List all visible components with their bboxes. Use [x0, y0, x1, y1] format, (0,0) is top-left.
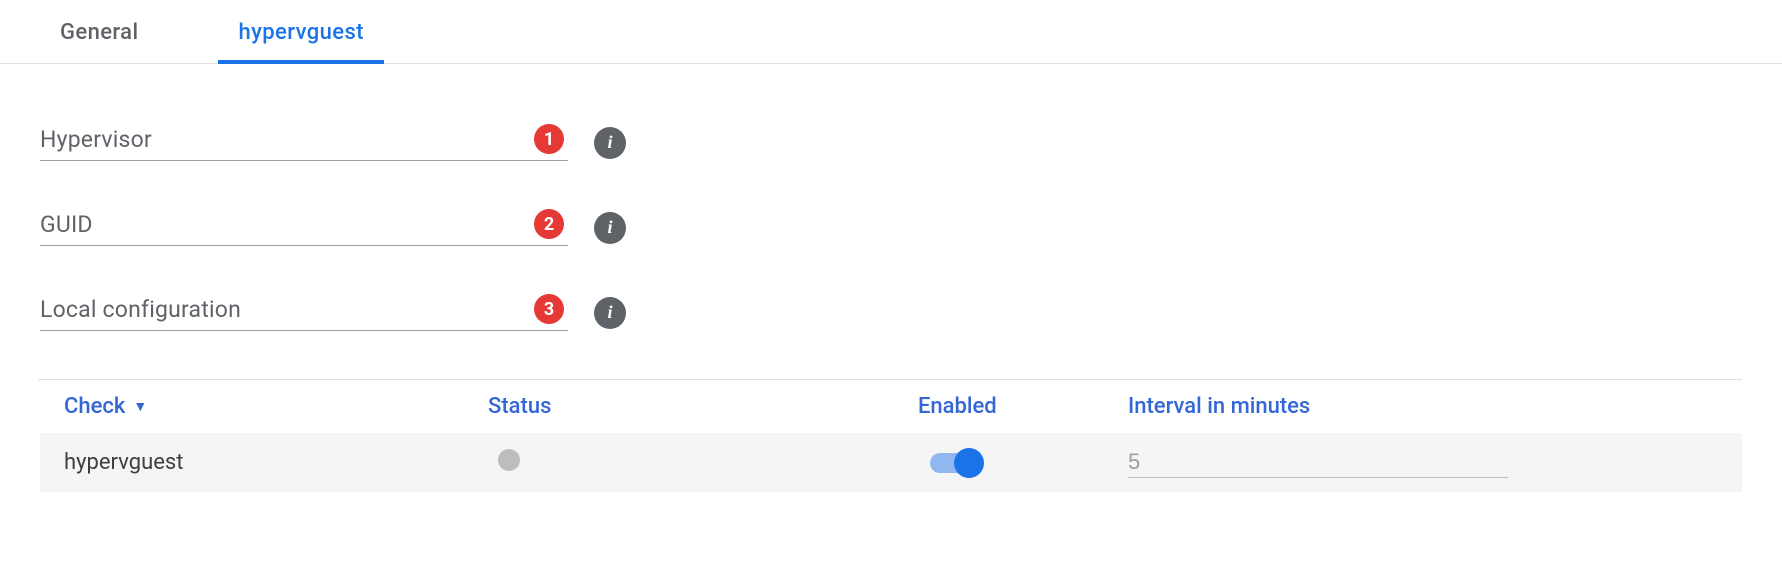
cell-interval [1128, 447, 1742, 478]
guid-label: GUID [40, 211, 93, 238]
column-header-status[interactable]: Status [488, 394, 918, 419]
hypervisor-input[interactable]: Hypervisor 1 [40, 124, 568, 161]
info-icon[interactable]: i [594, 127, 626, 159]
column-header-check-label: Check [64, 394, 125, 419]
tab-general[interactable]: General [40, 0, 158, 63]
field-row-local-configuration: Local configuration 3 i [40, 294, 1742, 331]
column-header-interval[interactable]: Interval in minutes [1128, 394, 1742, 419]
checks-table: Check ▼ Status Enabled Interval in minut… [40, 379, 1742, 492]
status-dot-icon [498, 449, 520, 471]
interval-input[interactable] [1128, 447, 1508, 478]
field-row-guid: GUID 2 i [40, 209, 1742, 246]
tab-content: Hypervisor 1 i GUID 2 i Local configurat… [0, 64, 1782, 492]
column-header-check[interactable]: Check ▼ [64, 394, 488, 419]
annotation-badge-3: 3 [534, 294, 564, 324]
info-icon[interactable]: i [594, 297, 626, 329]
tab-hypervguest[interactable]: hypervguest [218, 0, 383, 63]
field-row-hypervisor: Hypervisor 1 i [40, 124, 1742, 161]
cell-enabled [918, 453, 1128, 473]
table-header: Check ▼ Status Enabled Interval in minut… [40, 380, 1742, 433]
guid-input[interactable]: GUID 2 [40, 209, 568, 246]
info-icon[interactable]: i [594, 212, 626, 244]
enabled-toggle[interactable] [930, 453, 982, 473]
tabs: General hypervguest [0, 0, 1782, 64]
annotation-badge-2: 2 [534, 209, 564, 239]
table-row: hypervguest [40, 433, 1742, 492]
cell-check: hypervguest [64, 450, 488, 475]
hypervisor-label: Hypervisor [40, 126, 152, 153]
column-header-enabled[interactable]: Enabled [918, 394, 1128, 419]
cell-status [488, 449, 918, 477]
toggle-knob [954, 448, 984, 478]
local-configuration-input[interactable]: Local configuration 3 [40, 294, 568, 331]
local-configuration-label: Local configuration [40, 296, 241, 323]
sort-caret-down-icon: ▼ [133, 398, 147, 415]
annotation-badge-1: 1 [534, 124, 564, 154]
